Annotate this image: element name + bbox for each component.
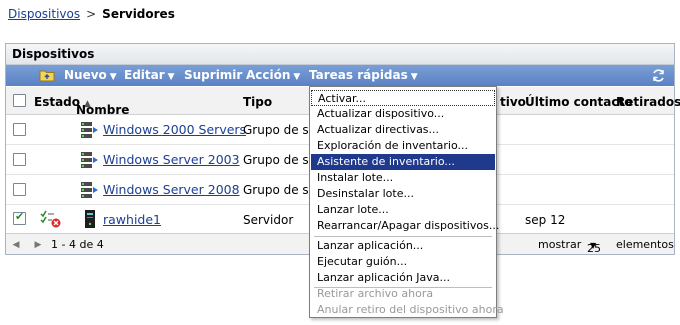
row-checkbox-checked[interactable] xyxy=(13,210,26,225)
menu-item-lanzar-aplicacion-java[interactable]: Lanzar aplicación Java... xyxy=(311,270,495,286)
toolbar: Nuevo ▼ Editar ▼ Suprimir Acción ▼ Tareas r… xyxy=(6,65,674,86)
header-type[interactable]: Tipo xyxy=(243,95,272,109)
device-link[interactable]: Windows 2000 Servers xyxy=(103,122,246,137)
menu-item-actualizar-dispositivo[interactable]: Actualizar dispositivo... xyxy=(311,106,495,122)
action-menu-button[interactable]: Acción ▼ xyxy=(246,68,300,85)
device-link[interactable]: rawhide1 xyxy=(103,212,161,227)
breadcrumb-link-dispositivos[interactable]: Dispositivos xyxy=(8,7,80,21)
row-checkbox[interactable] xyxy=(13,183,26,196)
menu-item-instalar-lote[interactable]: Instalar lote... xyxy=(311,170,495,186)
new-label: Nuevo xyxy=(64,68,107,82)
panel-title: Dispositivos xyxy=(6,44,674,65)
quick-tasks-dropdown: Activar... Actualizar dispositivo... Act… xyxy=(309,86,504,318)
row-checkbox[interactable] xyxy=(13,153,26,166)
header-status[interactable]: Estado xyxy=(34,95,80,109)
refresh-icon[interactable] xyxy=(651,68,666,83)
menu-separator xyxy=(314,236,492,237)
status-error-icon xyxy=(40,210,61,228)
chevron-down-icon: ▼ xyxy=(293,72,301,82)
device-link[interactable]: Windows Server 2003 xyxy=(103,152,240,167)
show-label: mostrar xyxy=(538,238,582,251)
menu-item-lanzar-aplicacion[interactable]: Lanzar aplicación... xyxy=(311,238,495,254)
menu-item-retirar-archivo: Retirar archivo ahora xyxy=(317,287,434,300)
breadcrumb-separator: > xyxy=(86,7,97,21)
menu-item-rearrancar-apagar[interactable]: Rearrancar/Apagar dispositivos... xyxy=(311,218,499,234)
row-last-contact: sep 12 xyxy=(525,213,566,227)
menu-item-actualizar-directivas[interactable]: Actualizar directivas... xyxy=(311,122,495,138)
quick-tasks-label: Tareas rápidas xyxy=(309,68,408,82)
next-page-icon[interactable]: ▶ xyxy=(31,238,45,252)
breadcrumb: Dispositivos > Servidores xyxy=(8,7,175,21)
menu-item-lanzar-lote[interactable]: Lanzar lote... xyxy=(311,202,495,218)
row-checkbox[interactable] xyxy=(13,123,26,136)
select-all-checkbox[interactable] xyxy=(13,94,26,107)
page-size-value: 25 xyxy=(587,242,601,255)
new-menu-button[interactable]: Nuevo ▼ xyxy=(64,68,117,85)
header-partial[interactable]: tivo xyxy=(500,95,526,109)
server-group-icon xyxy=(81,122,98,138)
server-group-icon xyxy=(81,152,98,168)
edit-label: Editar xyxy=(124,68,165,82)
menu-item-exploracion-inventario[interactable]: Exploración de inventario... xyxy=(311,138,495,154)
device-link[interactable]: Windows Server 2008 xyxy=(103,182,240,197)
folder-up-icon[interactable] xyxy=(39,69,55,82)
chevron-down-icon: ▼ xyxy=(167,72,175,82)
breadcrumb-current: Servidores xyxy=(102,7,175,21)
menu-item-activar[interactable]: Activar... xyxy=(311,90,495,106)
edit-menu-button[interactable]: Editar ▼ xyxy=(124,68,175,85)
menu-item-asistente-inventario[interactable]: Asistente de inventario... xyxy=(311,154,495,170)
menu-item-anular-retiro: Anular retiro del dispositivo ahora xyxy=(317,303,504,316)
action-label: Acción xyxy=(246,68,291,82)
row-type: Grupo de se xyxy=(243,153,317,167)
row-type: Grupo de se xyxy=(243,123,317,137)
chevron-down-icon: ▼ xyxy=(109,72,117,82)
header-retired[interactable]: Retirados xyxy=(616,95,680,109)
delete-button[interactable]: Suprimir xyxy=(184,68,242,83)
page-range: 1 - 4 de 4 xyxy=(51,238,104,251)
server-icon xyxy=(85,210,95,228)
header-name[interactable]: Nombre ▲ xyxy=(76,95,129,117)
row-type: Servidor xyxy=(243,213,294,227)
quick-tasks-menu-button[interactable]: Tareas rápidas ▼ xyxy=(309,68,418,85)
items-label: elementos xyxy=(616,238,674,251)
row-type: Grupo de se xyxy=(243,183,317,197)
server-group-icon xyxy=(81,182,98,198)
page-size-select[interactable]: 25 ▼ xyxy=(587,238,601,255)
first-page-icon[interactable]: ◀ xyxy=(9,238,23,252)
chevron-down-icon: ▼ xyxy=(410,72,418,82)
menu-item-desinstalar-lote[interactable]: Desinstalar lote... xyxy=(311,186,495,202)
menu-item-ejecutar-guion[interactable]: Ejecutar guión... xyxy=(311,254,495,270)
